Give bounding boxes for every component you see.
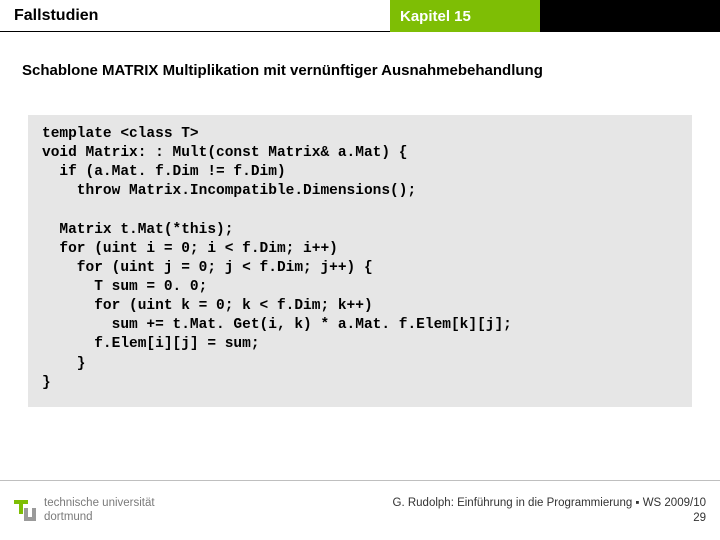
header-left-title: Fallstudien xyxy=(0,0,390,32)
credit-line: G. Rudolph: Einführung in die Programmie… xyxy=(393,496,706,511)
chapter-badge: Kapitel 15 xyxy=(390,0,540,32)
slide-header: Fallstudien Kapitel 15 xyxy=(0,0,720,32)
slide-subtitle: Schablone MATRIX Multiplikation mit vern… xyxy=(0,32,720,87)
footer-credit: G. Rudolph: Einführung in die Programmie… xyxy=(393,496,706,526)
slide-footer: technische universität dortmund G. Rudol… xyxy=(0,480,720,540)
code-block: template <class T> void Matrix: : Mult(c… xyxy=(28,115,692,407)
header-right: Kapitel 15 xyxy=(390,0,720,32)
uni-line2: dortmund xyxy=(44,511,155,524)
header-black-strip xyxy=(540,0,720,32)
page-number: 29 xyxy=(393,511,706,526)
uni-line1: technische universität xyxy=(44,497,155,510)
university-name: technische universität dortmund xyxy=(44,497,155,523)
tu-logo-icon xyxy=(14,500,36,522)
university-logo: technische universität dortmund xyxy=(14,497,155,523)
